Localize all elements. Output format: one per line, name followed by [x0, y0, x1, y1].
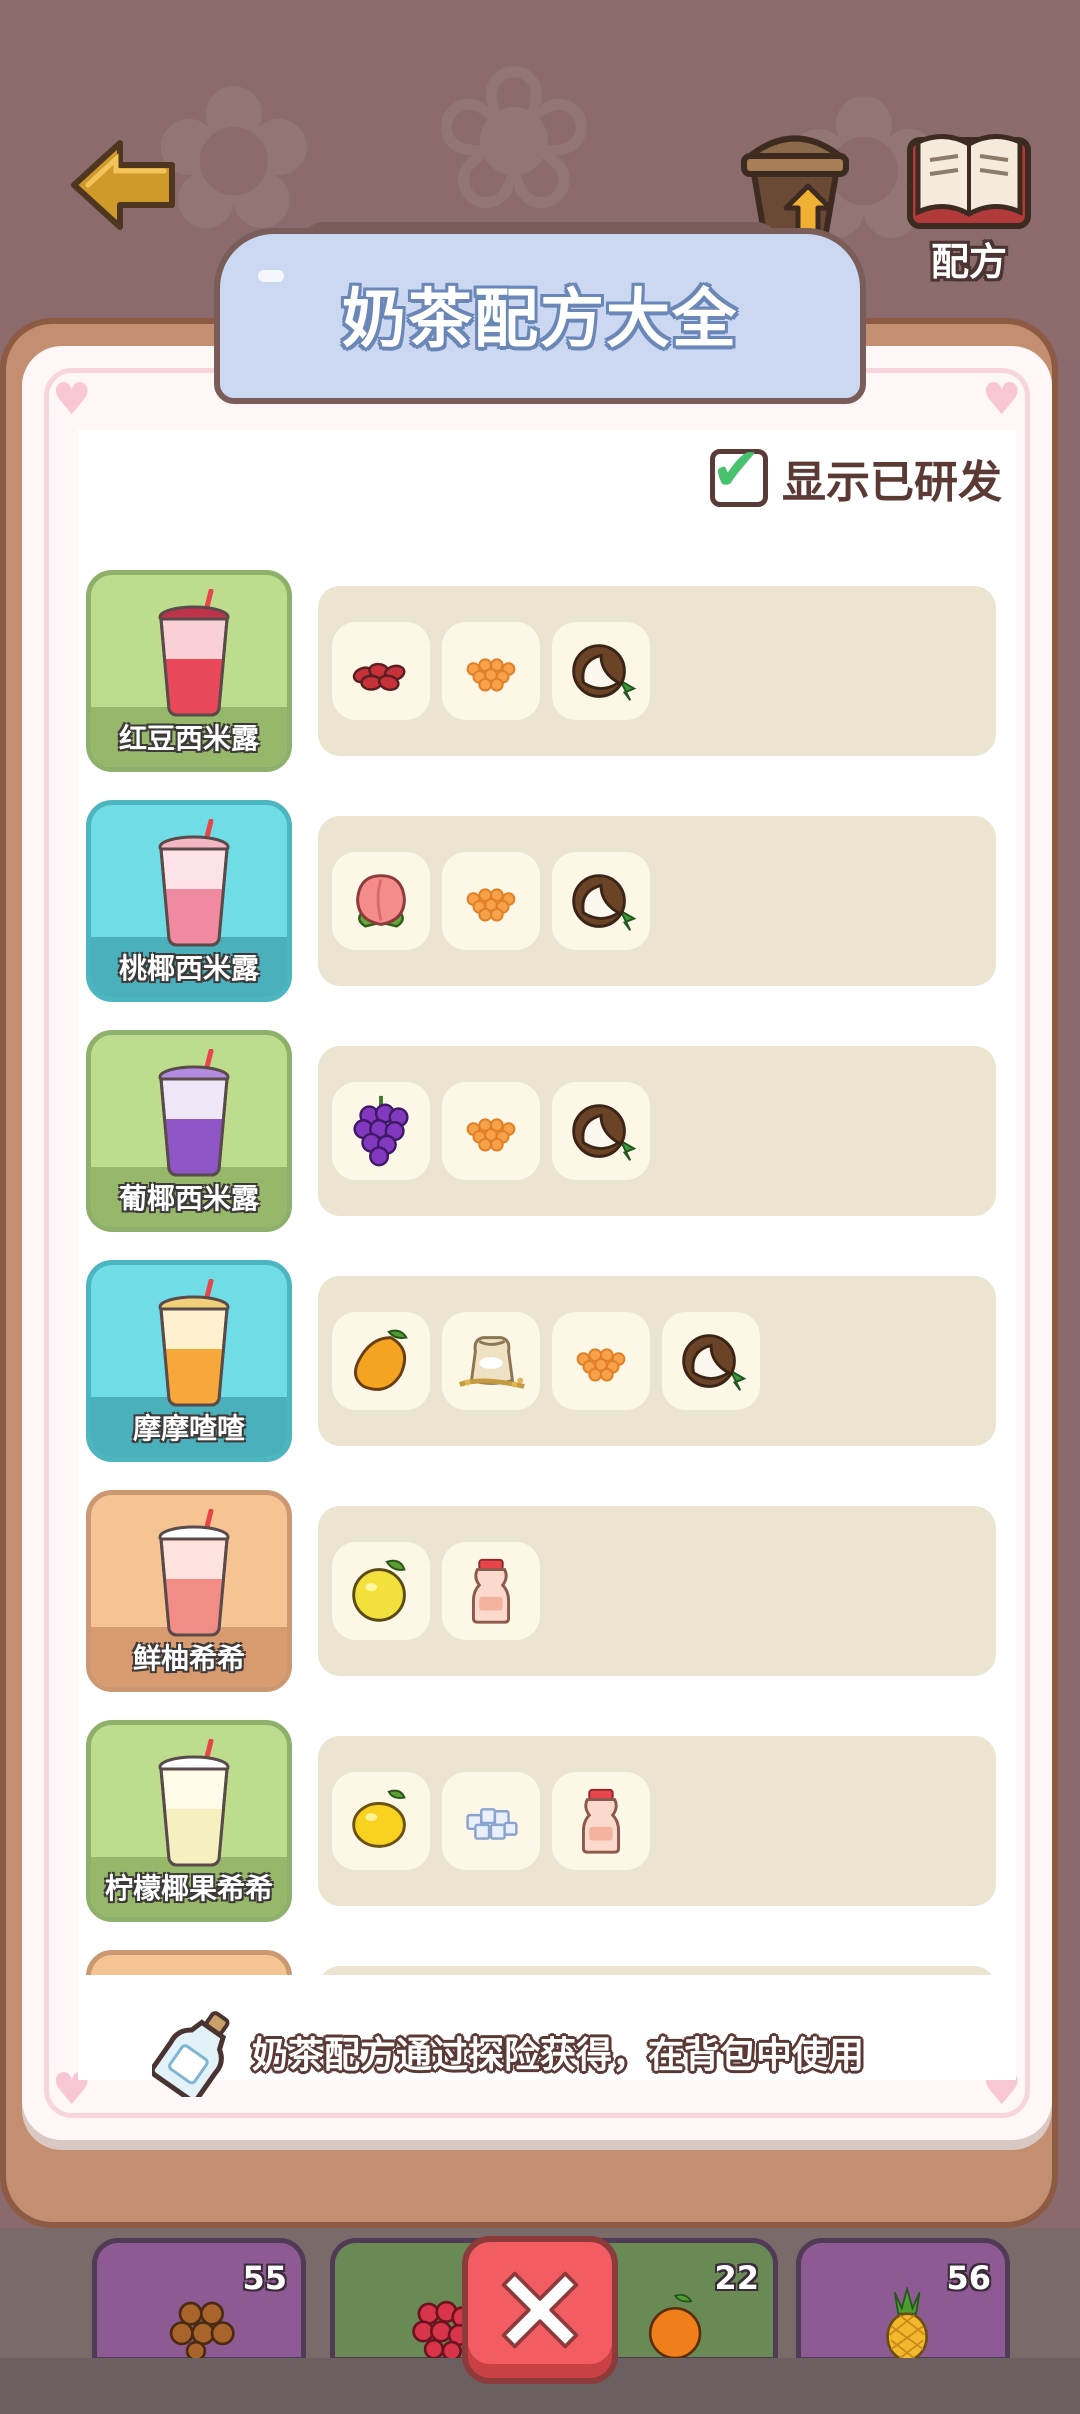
- tapioca-pearls-icon: [466, 1118, 516, 1152]
- drink-cup-icon: [158, 1509, 230, 1637]
- recipe-book-button[interactable]: 配方: [904, 126, 1034, 286]
- tapioca-pearls-icon: [466, 658, 516, 692]
- grape-icon: [353, 1095, 409, 1167]
- ingredient-slot[interactable]: [442, 622, 540, 720]
- drink-cup-icon: [158, 1049, 230, 1177]
- show-developed-checkbox[interactable]: ✔: [710, 440, 768, 507]
- ingredient-slot[interactable]: [552, 1312, 650, 1410]
- ingredient-slot[interactable]: [332, 1082, 430, 1180]
- recipe-card[interactable]: 红豆西米露: [86, 570, 292, 772]
- ingredient-panel: [318, 1276, 996, 1446]
- lemon-icon: [352, 1789, 406, 1848]
- recipe-list[interactable]: 红豆西米露桃椰西米露葡椰西米露摩摩喳喳鲜柚希希柠檬椰果希希: [86, 570, 1006, 1975]
- recipe-row[interactable]: 摩摩喳喳: [86, 1260, 1006, 1462]
- show-developed-toggle[interactable]: ✔ 显示已研发: [710, 440, 1002, 510]
- drink-cup-icon: [158, 589, 230, 717]
- ingredient-slot[interactable]: [442, 852, 540, 950]
- coconut-icon: [572, 874, 637, 931]
- tapioca-pearls-icon: [576, 1348, 626, 1382]
- dock-count: 22: [714, 2259, 759, 2297]
- close-x-icon: [501, 2271, 579, 2349]
- ingredient-slot[interactable]: [442, 1082, 540, 1180]
- red-bean-icon: [352, 662, 406, 691]
- ingredient-slot[interactable]: [332, 1542, 430, 1640]
- recipe-card[interactable]: [86, 1950, 292, 1975]
- heart-icon: ♥: [52, 374, 92, 425]
- notice-text: 奶茶配方通过探险获得，在背包中使用: [252, 2035, 865, 2076]
- drink-cup-icon: [158, 1279, 230, 1407]
- recipe-row[interactable]: 红豆西米露: [86, 570, 1006, 772]
- heart-icon: ♥: [982, 374, 1022, 425]
- coconut-icon: [572, 1104, 637, 1161]
- pineapple-icon: [886, 2287, 928, 2362]
- show-developed-label: 显示已研发: [782, 457, 1002, 508]
- dock-count: 55: [242, 2259, 287, 2297]
- ingredient-panel: [318, 1506, 996, 1676]
- ingredient-slot[interactable]: [332, 1772, 430, 1870]
- ingredient-panel: [318, 1046, 996, 1216]
- drink-cup-icon: [158, 1739, 230, 1867]
- mango-icon: [354, 1329, 408, 1391]
- ingredient-slot[interactable]: [442, 1542, 540, 1640]
- back-button[interactable]: [68, 135, 178, 235]
- ingredient-slot[interactable]: [332, 622, 430, 720]
- recipe-name: 柠檬椰果希希: [104, 1872, 273, 1905]
- coconut-icon: [682, 1334, 747, 1391]
- recipe-card[interactable]: 鲜柚希希: [86, 1490, 292, 1692]
- peach-icon: [356, 874, 406, 928]
- recipe-card[interactable]: 葡椰西米露: [86, 1030, 292, 1232]
- checkmark-icon: ✔: [711, 435, 762, 505]
- recipe-book-label: 配方: [930, 240, 1007, 284]
- recipe-row[interactable]: 柠檬椰果希希: [86, 1720, 1006, 1922]
- dock-tab[interactable]: 56: [796, 2238, 1010, 2362]
- ingredient-slot[interactable]: [662, 1312, 760, 1410]
- ingredient-slot[interactable]: [552, 622, 650, 720]
- recipe-card[interactable]: 桃椰西米露: [86, 800, 292, 1002]
- tapioca-icon: [169, 2301, 235, 2362]
- coconut-icon: [572, 644, 637, 701]
- recipe-row[interactable]: 葡椰西米露: [86, 1030, 1006, 1232]
- pineapple-bg-icon: ❀: [430, 23, 598, 256]
- ingredient-slot[interactable]: [552, 1772, 650, 1870]
- recipe-name: 葡椰西米露: [118, 1182, 259, 1215]
- recipe-name: 红豆西米露: [118, 722, 259, 755]
- tapioca-pearls-icon: [466, 888, 516, 922]
- ingredient-slot[interactable]: [552, 1082, 650, 1180]
- notice-bar: 奶茶配方通过探险获得，在背包中使用: [152, 2011, 932, 2097]
- drink-cup-icon: [158, 819, 230, 947]
- flour-sack-icon: [458, 1336, 525, 1389]
- message-bottle-icon: [152, 2011, 230, 2097]
- close-button[interactable]: [462, 2236, 618, 2384]
- dock-count: 56: [946, 2259, 991, 2297]
- recipe-book-icon: [907, 134, 1031, 229]
- recipe-name: 摩摩喳喳: [132, 1412, 245, 1445]
- dock-tab[interactable]: 55: [92, 2238, 306, 2362]
- ingredient-slot[interactable]: [332, 852, 430, 950]
- ingredient-slot[interactable]: [552, 852, 650, 950]
- recipe-card[interactable]: 摩摩喳喳: [86, 1260, 292, 1462]
- ingredient-slot[interactable]: [442, 1772, 540, 1870]
- recipe-card[interactable]: 柠檬椰果希希: [86, 1720, 292, 1922]
- orange-icon: [648, 2294, 702, 2360]
- recipe-row[interactable]: 鲜柚希希: [86, 1490, 1006, 1692]
- yakult-bottle-icon: [471, 1558, 511, 1624]
- recipe-name: 鲜柚希希: [132, 1642, 245, 1675]
- ingredient-panel: [318, 1966, 996, 1975]
- ingredient-panel: [318, 816, 996, 986]
- pomelo-icon: [352, 1559, 406, 1622]
- recipe-row-partial[interactable]: [86, 1950, 1006, 1975]
- recipe-row[interactable]: 桃椰西米露: [86, 800, 1006, 1002]
- recipe-name: 桃椰西米露: [118, 952, 259, 985]
- page-title: 奶茶配方大全: [342, 283, 738, 357]
- yakult-bottle-icon: [581, 1788, 621, 1854]
- ingredient-slot[interactable]: [332, 1312, 430, 1410]
- ingredient-panel: [318, 1736, 996, 1906]
- ingredient-slot[interactable]: [442, 1312, 540, 1410]
- back-arrow-icon: [71, 140, 175, 230]
- coconut-jelly-icon: [466, 1808, 518, 1840]
- ingredient-panel: [318, 586, 996, 756]
